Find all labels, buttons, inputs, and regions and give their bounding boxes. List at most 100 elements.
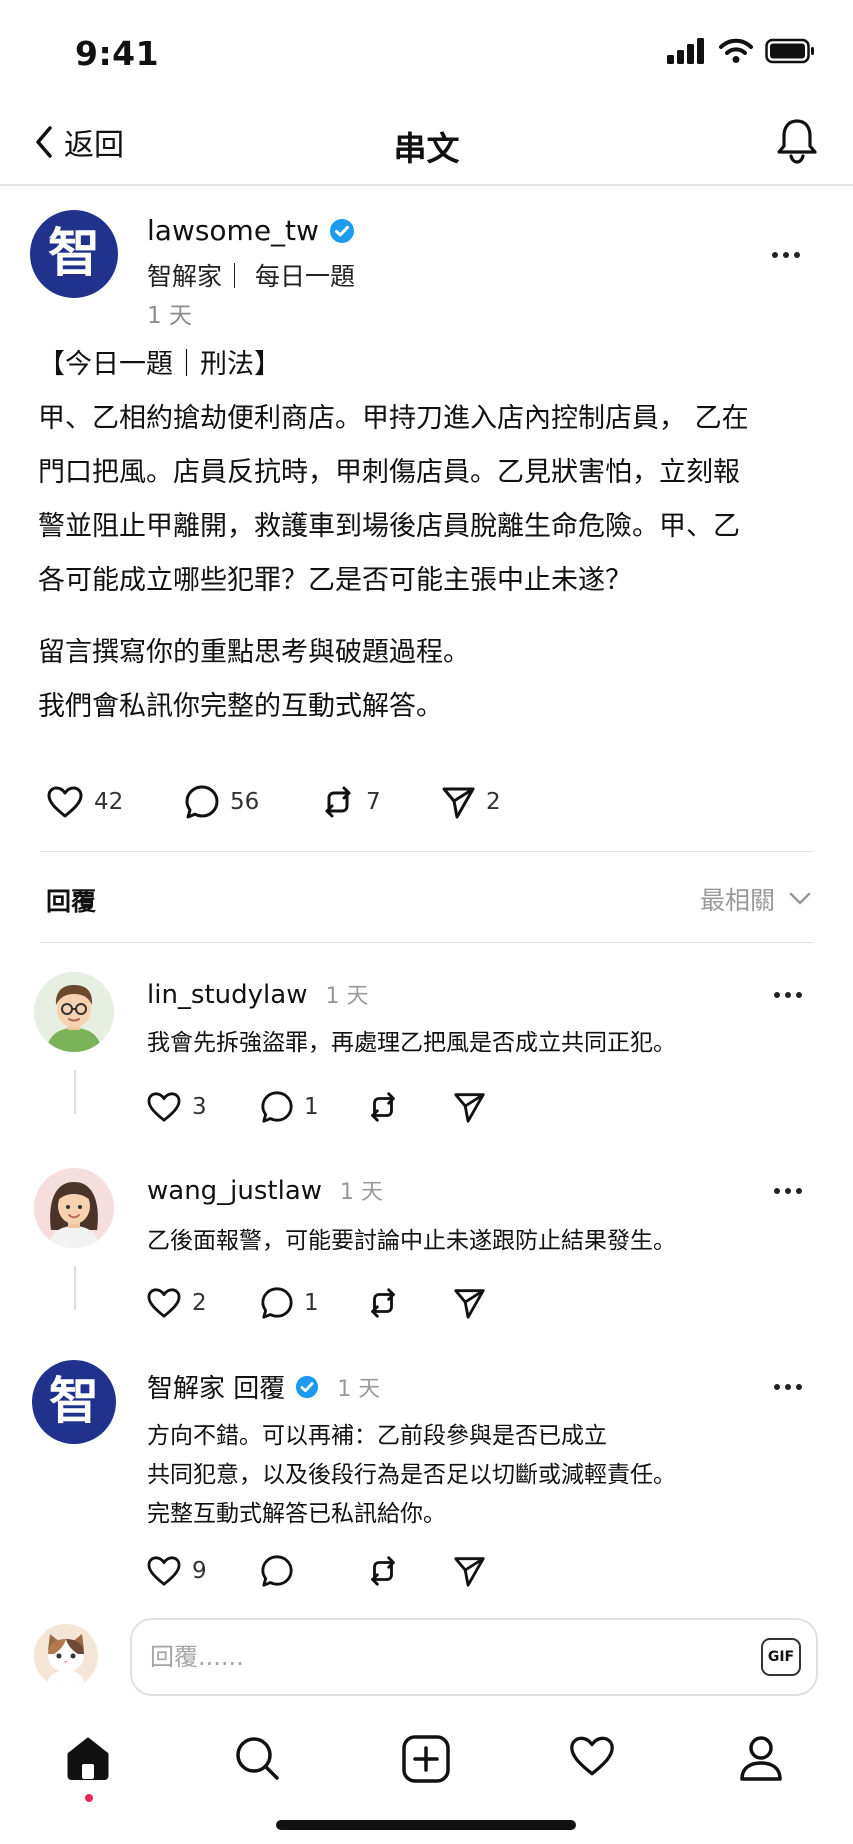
heart-icon — [147, 1092, 181, 1122]
like-button[interactable]: 9 — [146, 1555, 260, 1587]
bell-icon — [777, 119, 817, 164]
comment-more-button[interactable] — [774, 1188, 802, 1194]
wifi-icon — [719, 38, 753, 63]
gif-button[interactable]: GIF — [761, 1638, 801, 1676]
dot — [785, 1188, 791, 1194]
commenter-name[interactable]: wang_justlaw — [147, 1176, 322, 1206]
comment-text: 乙後面報警，可能要討論中止未遂跟防止結果發生。 — [147, 1228, 676, 1254]
commenter-avatar[interactable]: 智 — [32, 1360, 116, 1444]
comment-time: 1 天 — [340, 1180, 384, 1205]
post-line: 我們會私訊你完整的互動式解答。 — [38, 691, 443, 722]
tab-profile[interactable] — [738, 1734, 784, 1782]
commenter-avatar[interactable] — [34, 1168, 114, 1248]
like-button[interactable]: 2 — [146, 1287, 260, 1319]
comment-count: 56 — [230, 789, 260, 815]
dot — [785, 1384, 791, 1390]
comment-button[interactable]: 1 — [260, 1286, 366, 1320]
my-avatar[interactable] — [34, 1624, 98, 1688]
comment-more-button[interactable] — [774, 992, 802, 998]
post-line: 甲、乙相約搶劫便利商店。甲持刀進入店內控制店員， 乙在 — [38, 403, 749, 434]
notifications-button[interactable] — [775, 116, 819, 164]
share-button[interactable] — [452, 1286, 486, 1320]
post-line: 警並阻止甲離開，救護車到場後店員脫離生命危險。甲、乙 — [38, 511, 740, 542]
comment-line: 完整互動式解答已私訊給你。 — [147, 1501, 446, 1527]
author-subtitle: 智解家｜ 每日一題 — [147, 262, 355, 291]
commenter-avatar[interactable] — [34, 972, 114, 1052]
tab-home[interactable] — [64, 1734, 112, 1782]
dot — [796, 992, 802, 998]
commenter-name[interactable]: lin_studylaw — [147, 980, 307, 1010]
plus-square-icon — [402, 1735, 450, 1783]
woman-avatar-icon — [34, 1168, 114, 1248]
tab-create[interactable] — [401, 1734, 451, 1784]
share-count: 2 — [486, 789, 501, 815]
comment-line: 方向不錯。可以再補：乙前段參與是否已成立 — [147, 1423, 607, 1449]
replies-header: 回覆 — [46, 887, 97, 916]
send-icon — [454, 1557, 485, 1587]
share-button[interactable]: 2 — [440, 784, 501, 820]
comment-header: wang_justlaw 1 天 — [147, 1174, 383, 1206]
send-icon — [454, 1289, 485, 1319]
commenter-name[interactable]: 智解家 回覆 — [147, 1368, 285, 1405]
dot — [783, 252, 789, 258]
heart-icon — [570, 1736, 614, 1776]
comment-bubble-icon — [261, 1555, 293, 1587]
share-button[interactable] — [452, 1090, 486, 1124]
thread-line — [74, 1070, 76, 1114]
post-actions: 42 56 7 2 — [46, 784, 501, 820]
share-button[interactable] — [452, 1554, 486, 1588]
like-button[interactable]: 42 — [46, 785, 184, 819]
battery-icon — [765, 38, 814, 64]
dot — [772, 252, 778, 258]
reply-input[interactable] — [130, 1618, 818, 1696]
tab-search[interactable] — [233, 1734, 281, 1782]
author-name[interactable]: lawsome_tw — [147, 214, 355, 247]
dot — [794, 252, 800, 258]
nav-bar: 返回 串文 — [0, 100, 853, 186]
repost-button[interactable]: 7 — [320, 784, 440, 820]
dot — [785, 992, 791, 998]
status-bar: 9:41 — [0, 0, 853, 100]
dot — [774, 1384, 780, 1390]
comment-actions: 3 1 — [146, 1090, 486, 1124]
heart-icon — [47, 786, 83, 818]
status-time: 9:41 — [75, 34, 160, 73]
comment-text: 方向不錯。可以再補：乙前段參與是否已成立 共同犯意，以及後段行為是否足以切斷或減… — [147, 1417, 676, 1534]
like-count: 2 — [192, 1290, 207, 1316]
comment-button[interactable] — [260, 1554, 366, 1588]
dot — [796, 1188, 802, 1194]
like-button[interactable]: 3 — [146, 1091, 260, 1123]
page-title: 串文 — [393, 129, 460, 168]
sort-dropdown[interactable]: 最相關 — [700, 881, 811, 917]
comment-actions: 9 — [146, 1554, 486, 1588]
send-icon — [454, 1093, 485, 1123]
profile-icon — [740, 1736, 782, 1781]
comment-bubble-icon — [261, 1287, 293, 1319]
comment-count: 1 — [304, 1094, 319, 1120]
comment-text: 我會先拆強盜罪，再處理乙把風是否成立共同正犯。 — [147, 1030, 676, 1056]
svg-text:智: 智 — [49, 1372, 99, 1430]
home-icon — [67, 1737, 109, 1780]
comment-line: 共同犯意，以及後段行為是否足以切斷或減輕責任。 — [147, 1462, 676, 1488]
author-avatar[interactable]: 智 — [30, 210, 118, 298]
brand-logo: 智 — [48, 224, 100, 284]
brand-logo: 智 — [49, 1372, 99, 1430]
cellular-signal-icon — [667, 38, 704, 64]
comment-actions: 2 1 — [146, 1286, 486, 1320]
comment-button[interactable]: 1 — [260, 1090, 366, 1124]
repost-icon — [371, 1092, 395, 1122]
repost-icon — [371, 1556, 395, 1586]
more-options-button[interactable] — [772, 252, 800, 258]
repost-button[interactable] — [366, 1286, 452, 1320]
tab-activity[interactable] — [568, 1734, 616, 1778]
reply-composer: GIF — [0, 1610, 853, 1700]
sort-label: 最相關 — [699, 886, 775, 915]
like-count: 9 — [192, 1558, 207, 1584]
svg-text:智: 智 — [48, 224, 100, 284]
repost-button[interactable] — [366, 1090, 452, 1124]
comment-more-button[interactable] — [774, 1384, 802, 1390]
man-avatar-icon — [34, 972, 114, 1052]
repost-button[interactable] — [366, 1554, 452, 1588]
comment-button[interactable]: 56 — [184, 784, 320, 820]
